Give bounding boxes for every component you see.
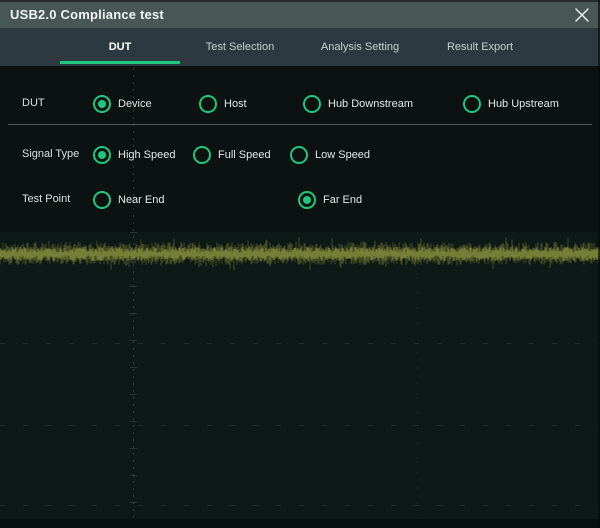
radio-option-near-end[interactable]: Near End xyxy=(93,191,164,209)
dut-settings-panel: DUT Device Host Hub Downstream Hub Upstr… xyxy=(0,66,600,232)
radio-icon xyxy=(290,146,308,164)
tab-bar: DUT Test Selection Analysis Setting Resu… xyxy=(0,28,600,66)
radio-icon xyxy=(93,191,111,209)
radio-label: Device xyxy=(118,98,152,110)
close-button[interactable] xyxy=(571,4,593,26)
radio-option-hub-downstream[interactable]: Hub Downstream xyxy=(303,95,413,113)
close-icon xyxy=(573,6,591,24)
graticule-hline xyxy=(0,505,600,506)
radio-icon xyxy=(463,95,481,113)
radio-icon xyxy=(93,95,111,113)
active-tab-underline xyxy=(60,61,180,64)
tab-test-selection[interactable]: Test Selection xyxy=(180,28,300,66)
graticule-hline xyxy=(0,425,600,426)
dialog-top-edge xyxy=(0,0,600,2)
radio-icon xyxy=(303,95,321,113)
screen-bottom-edge xyxy=(0,519,600,528)
page-title: USB2.0 Compliance test xyxy=(10,0,164,29)
radio-option-hub-upstream[interactable]: Hub Upstream xyxy=(463,95,559,113)
tab-label: DUT xyxy=(109,41,132,53)
radio-icon xyxy=(93,146,111,164)
tab-result-export[interactable]: Result Export xyxy=(420,28,540,66)
radio-label: Hub Downstream xyxy=(328,98,413,110)
radio-label: Near End xyxy=(118,194,164,206)
radio-label: Far End xyxy=(323,194,362,206)
waveform-trace xyxy=(0,232,600,292)
radio-label: Host xyxy=(224,98,247,110)
test-point-row-label: Test Point xyxy=(22,193,70,205)
tab-analysis-setting[interactable]: Analysis Setting xyxy=(300,28,420,66)
radio-label: High Speed xyxy=(118,149,176,161)
tab-label: Test Selection xyxy=(206,41,274,53)
title-bar: USB2.0 Compliance test xyxy=(0,0,600,28)
radio-label: Hub Upstream xyxy=(488,98,559,110)
radio-icon xyxy=(193,146,211,164)
section-divider xyxy=(8,124,592,125)
usb-compliance-dialog: USB2.0 Compliance test DUT Test Selectio… xyxy=(0,0,600,528)
signal-type-row-label: Signal Type xyxy=(22,148,79,160)
radio-label: Low Speed xyxy=(315,149,370,161)
radio-option-full-speed[interactable]: Full Speed xyxy=(193,146,271,164)
tab-label: Result Export xyxy=(447,41,513,53)
scope-display xyxy=(0,232,600,528)
radio-option-device[interactable]: Device xyxy=(93,95,152,113)
tab-dut[interactable]: DUT xyxy=(60,28,180,66)
radio-option-far-end[interactable]: Far End xyxy=(298,191,362,209)
radio-icon xyxy=(298,191,316,209)
tab-label: Analysis Setting xyxy=(321,41,399,53)
graticule-hline xyxy=(0,343,600,344)
graticule-center-vline xyxy=(133,68,134,519)
dut-row-label: DUT xyxy=(22,97,45,109)
radio-option-host[interactable]: Host xyxy=(199,95,247,113)
radio-option-high-speed[interactable]: High Speed xyxy=(93,146,176,164)
radio-icon xyxy=(199,95,217,113)
radio-option-low-speed[interactable]: Low Speed xyxy=(290,146,370,164)
radio-label: Full Speed xyxy=(218,149,271,161)
graticule-vdots xyxy=(417,232,418,519)
